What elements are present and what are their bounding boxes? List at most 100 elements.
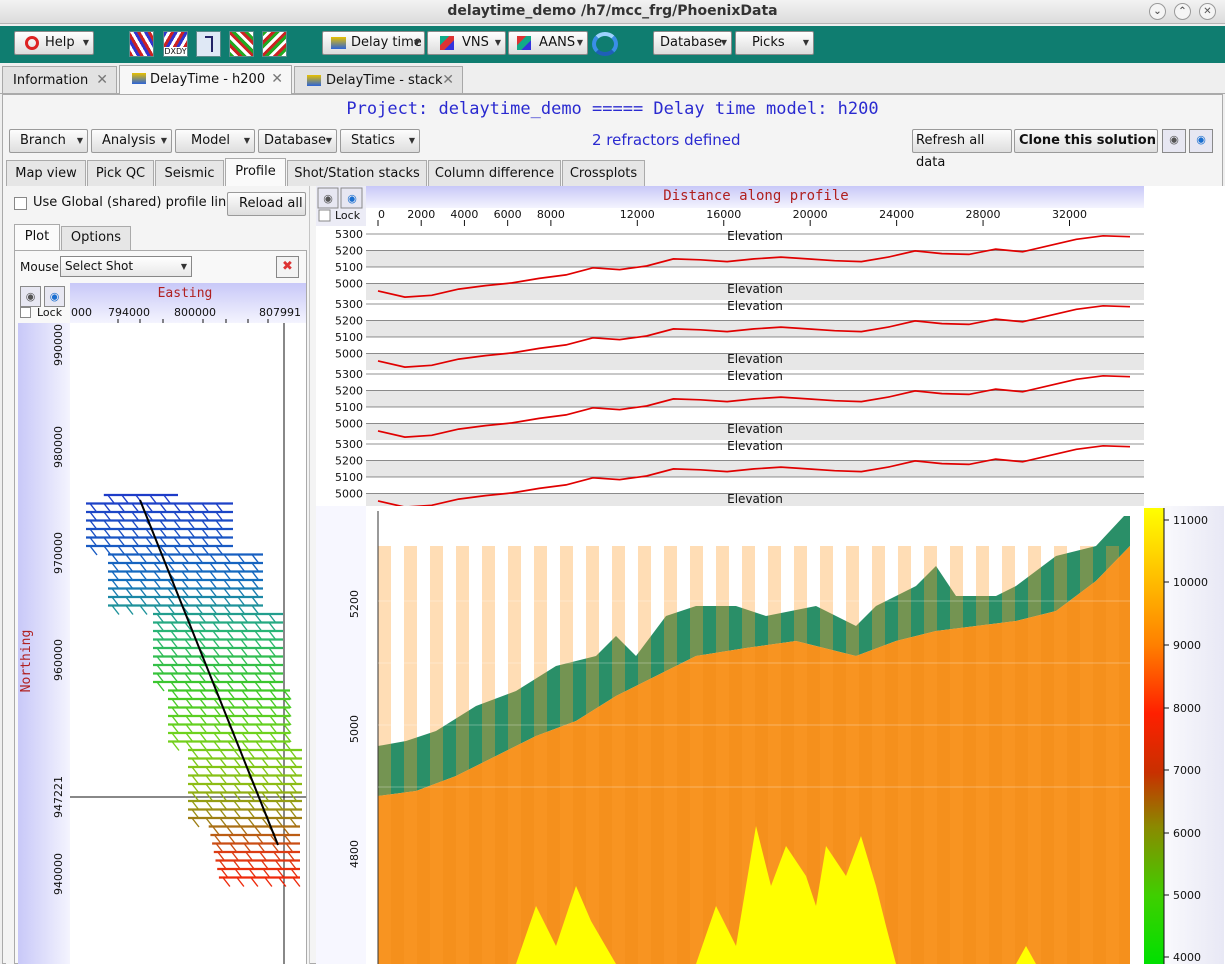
- colorbar-tick: 5000: [1173, 889, 1201, 902]
- close-icon[interactable]: ✕: [442, 67, 454, 94]
- elevation-tick: 5100: [335, 401, 363, 414]
- help-button[interactable]: Help ▼: [14, 31, 94, 55]
- layers-icon: [307, 75, 321, 86]
- y-tick: 960000: [52, 639, 65, 681]
- track-label: Elevation: [727, 369, 783, 383]
- x-tick: 4000: [450, 208, 478, 221]
- elevation-tick: 5000: [335, 278, 363, 291]
- use-global-checkbox[interactable]: [14, 197, 27, 210]
- camera-icon[interactable]: ◉: [1162, 129, 1186, 153]
- layers-icon: [331, 37, 346, 49]
- lifebuoy-icon: [25, 36, 39, 50]
- analysis-menu[interactable]: Analysis ▼: [91, 129, 172, 153]
- model-menu[interactable]: Model ▼: [175, 129, 255, 153]
- map-title: Easting: [158, 286, 213, 301]
- x-tick: 6000: [494, 208, 522, 221]
- close-icon[interactable]: ✕: [96, 67, 108, 94]
- database-menu[interactable]: Database ▼: [653, 31, 732, 55]
- elevation-tick: 5300: [335, 368, 363, 381]
- grid-green-icon[interactable]: [229, 31, 254, 57]
- window-titlebar: delaytime_demo /h7/mcc_frg/PhoenixData ⌄…: [0, 0, 1225, 24]
- cube-icon: [517, 36, 531, 50]
- profile-plot[interactable]: ◉ ◉ Lock Distance along profile 0 2000 400…: [316, 186, 1225, 964]
- x-tick: 2000: [407, 208, 435, 221]
- mouse-mode-select[interactable]: Select Shot ▼: [60, 256, 192, 277]
- clear-icon[interactable]: ✖: [276, 256, 299, 278]
- elevation-tick: 5000: [335, 488, 363, 501]
- layers-icon: [132, 73, 146, 84]
- shot-grid-icon[interactable]: [129, 31, 154, 57]
- close-window-button[interactable]: ✕: [1199, 3, 1216, 20]
- refresh-icon[interactable]: [592, 32, 618, 56]
- tab-information[interactable]: Information ✕: [2, 66, 117, 93]
- clone-solution-button[interactable]: Clone this solution: [1014, 129, 1158, 153]
- tab-profile[interactable]: Profile: [225, 158, 286, 186]
- elevation-tick: 5200: [335, 385, 363, 398]
- maximize-button[interactable]: ⌃: [1174, 3, 1191, 20]
- database-menu-2[interactable]: Database ▼: [258, 129, 337, 153]
- tab-options[interactable]: Options: [61, 226, 131, 250]
- section-ytick: 5000: [348, 715, 361, 743]
- elevation-tick: 5100: [335, 331, 363, 344]
- tab-crossplots[interactable]: Crossplots: [562, 160, 645, 186]
- map-plot[interactable]: Easting 000 794000 800000 807991 990000 …: [18, 283, 308, 964]
- elevation-tick: 5000: [335, 348, 363, 361]
- track-label: Elevation: [727, 422, 783, 436]
- y-tick: 990000: [52, 324, 65, 366]
- y-tick: 947221: [52, 776, 65, 818]
- reload-all-button[interactable]: Reload all: [227, 192, 306, 216]
- refractors-status: 2 refractors defined: [592, 131, 741, 149]
- main-toolbar: Help ▼ DXDY Delay time ▼ VNS ▼ AANS ▼ Databa…: [0, 26, 1225, 63]
- elevation-tick: 5300: [335, 298, 363, 311]
- branch-menu[interactable]: Branch ▼: [9, 129, 88, 153]
- mouse-label: Mouse: [20, 260, 59, 274]
- lock-checkbox[interactable]: [318, 209, 331, 222]
- elevation-tick: 5100: [335, 261, 363, 274]
- track-label: Elevation: [727, 229, 783, 243]
- picks-menu[interactable]: Picks ▼: [735, 31, 814, 55]
- svg-text:◉: ◉: [323, 192, 333, 205]
- colorbar: [1144, 508, 1164, 964]
- tab-delaytime-h200[interactable]: DelayTime - h200 ✕: [119, 65, 292, 94]
- y-axis-label: Northing: [19, 630, 34, 693]
- statics-menu[interactable]: Statics ▼: [340, 129, 420, 153]
- tab-column-difference[interactable]: Column difference: [428, 160, 561, 186]
- colorbar-tick: 4000: [1173, 951, 1201, 964]
- minimize-button[interactable]: ⌄: [1149, 3, 1166, 20]
- elevation-tick: 5000: [335, 418, 363, 431]
- tab-seismic[interactable]: Seismic: [155, 160, 224, 186]
- tab-pick-qc[interactable]: Pick QC: [87, 160, 154, 186]
- tab-shot-station-stacks[interactable]: Shot/Station stacks: [287, 160, 427, 186]
- track-label: Elevation: [727, 439, 783, 453]
- track-label: Elevation: [727, 492, 783, 506]
- dxdy-icon[interactable]: DXDY: [163, 31, 188, 57]
- profile-title: Distance along profile: [663, 188, 848, 204]
- grid-red-icon[interactable]: [262, 31, 287, 57]
- colorbar-tick: 8000: [1173, 702, 1201, 715]
- tab-map-view[interactable]: Map view: [6, 160, 86, 186]
- colorbar-tick: 10000: [1173, 576, 1208, 589]
- help-label: Help: [45, 35, 75, 50]
- refresh-all-button[interactable]: Refresh all data: [912, 129, 1012, 170]
- camera-color-icon[interactable]: ◉: [1189, 129, 1213, 153]
- delay-time-menu[interactable]: Delay time ▼: [322, 31, 425, 55]
- step-icon[interactable]: [196, 31, 221, 57]
- colorbar-tick: 6000: [1173, 827, 1201, 840]
- elevation-tick: 5200: [335, 455, 363, 468]
- track-label: Elevation: [727, 352, 783, 366]
- use-global-label: Use Global (shared) profile line: [33, 195, 235, 210]
- close-icon[interactable]: ✕: [271, 66, 283, 93]
- tab-plot[interactable]: Plot: [14, 224, 60, 250]
- x-tick: 32000: [1052, 208, 1087, 221]
- y-tick: 970000: [52, 532, 65, 574]
- x-tick: 24000: [879, 208, 914, 221]
- vns-menu[interactable]: VNS ▼: [427, 31, 506, 55]
- elevation-tick: 5300: [335, 228, 363, 241]
- track-label: Elevation: [727, 282, 783, 296]
- y-tick: 940000: [52, 853, 65, 895]
- tab-delaytime-stack[interactable]: DelayTime - stack ✕: [294, 66, 463, 93]
- aans-menu[interactable]: AANS ▼: [508, 31, 588, 55]
- project-title: Project: delaytime_demo ===== Delay time…: [346, 99, 879, 119]
- svg-text:◉: ◉: [347, 192, 357, 205]
- y-tick: 980000: [52, 426, 65, 468]
